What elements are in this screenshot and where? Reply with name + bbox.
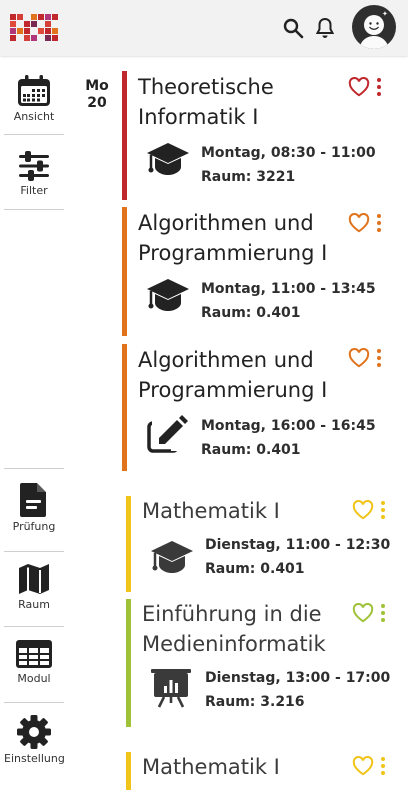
more-vert-icon[interactable]	[380, 603, 386, 623]
date-label: Mo 20	[80, 78, 114, 112]
sidebar-item-pruefung[interactable]: Prüfung	[4, 480, 64, 533]
document-icon	[20, 483, 46, 517]
sidebar-divider	[4, 134, 64, 135]
day-number-label: 20	[87, 95, 107, 111]
event-color-bar	[126, 599, 131, 727]
event-meta: Dienstag, 13:00 - 17:00 Raum: 3.216	[205, 666, 390, 714]
smiley-avatar-icon: ✦	[359, 10, 389, 49]
event-color-bar	[126, 752, 131, 790]
more-vert-icon[interactable]	[376, 77, 382, 97]
event-color-bar	[122, 207, 127, 336]
search-icon[interactable]	[281, 16, 305, 40]
sidebar-item-modul[interactable]: Modul	[4, 638, 64, 685]
sidebar-item-label: Einstellung	[4, 752, 65, 765]
more-vert-icon[interactable]	[380, 756, 386, 776]
presentation-icon	[151, 669, 191, 708]
sidebar-item-raum[interactable]: Raum	[4, 562, 64, 611]
sidebar-divider	[4, 626, 64, 627]
edit-icon	[147, 415, 188, 453]
heart-icon[interactable]	[352, 500, 374, 520]
event-card[interactable]: Algorithmen und Programmierung I Montag,…	[122, 344, 398, 471]
heart-icon[interactable]	[348, 77, 370, 97]
more-vert-icon[interactable]	[376, 213, 382, 233]
more-vert-icon[interactable]	[380, 500, 386, 520]
event-card[interactable]: Theoretische Informatik I Montag, 08:30 …	[122, 71, 398, 200]
event-time: Dienstag, 13:00 - 17:00	[205, 670, 391, 686]
event-meta: Dienstag, 11:00 - 12:30 Raum: 0.401	[205, 533, 390, 581]
event-title: Algorithmen und Programmierung I	[138, 211, 328, 265]
university-logo-icon[interactable]	[10, 14, 58, 42]
event-card[interactable]: Mathematik I	[126, 752, 402, 790]
event-time: Dienstag, 11:00 - 12:30	[205, 537, 391, 553]
sidebar-item-label: Prüfung	[12, 520, 56, 533]
heart-icon[interactable]	[348, 348, 370, 368]
sidebar-item-label: Modul	[17, 672, 51, 685]
event-color-bar	[126, 496, 131, 592]
event-meta: Montag, 08:30 - 11:00 Raum: 3221	[201, 141, 376, 189]
event-meta: Montag, 16:00 - 16:45 Raum: 0.401	[201, 414, 376, 462]
graduation-cap-icon	[151, 541, 193, 573]
event-card[interactable]: Algorithmen und Programmierung I Montag,…	[122, 207, 398, 336]
user-avatar[interactable]: ✦	[352, 5, 396, 49]
event-title: Algorithmen und Programmierung I	[138, 348, 328, 402]
table-icon	[16, 640, 52, 668]
sidebar-item-label: Raum	[18, 598, 50, 611]
heart-icon[interactable]	[352, 756, 374, 776]
heart-icon[interactable]	[352, 603, 374, 623]
bell-icon[interactable]	[313, 16, 337, 40]
event-color-bar	[122, 344, 127, 471]
sidebar-nav: Ansicht Filter Prüfung Raum Modul Einste…	[0, 56, 68, 790]
event-card[interactable]: Mathematik I Dienstag, 11:00 - 12:30 Rau…	[126, 496, 402, 592]
sidebar-item-ansicht[interactable]: Ansicht	[4, 74, 64, 123]
gear-icon	[17, 715, 51, 749]
event-card[interactable]: Einführung in die Medieninformatik Diens…	[126, 599, 402, 727]
svg-text:✦: ✦	[382, 10, 388, 18]
event-room: Raum: 0.401	[201, 305, 301, 321]
calendar-icon	[18, 75, 50, 106]
more-vert-icon[interactable]	[376, 348, 382, 368]
event-room: Raum: 0.401	[201, 442, 301, 458]
event-title: Einführung in die Medieninformatik	[142, 602, 326, 656]
sidebar-divider	[4, 702, 64, 703]
sidebar-divider	[4, 551, 64, 552]
sidebar-item-label: Filter	[20, 184, 48, 197]
event-time: Montag, 11:00 - 13:45	[201, 281, 376, 297]
map-icon	[19, 564, 49, 594]
sidebar-item-label: Ansicht	[13, 110, 55, 123]
sidebar-divider	[4, 209, 64, 210]
event-room: Raum: 3221	[201, 169, 296, 185]
event-title: Mathematik I	[142, 755, 280, 779]
heart-icon[interactable]	[348, 213, 370, 233]
event-time: Montag, 08:30 - 11:00	[201, 145, 376, 161]
event-title: Theoretische Informatik I	[138, 75, 274, 129]
top-app-bar: ✦	[0, 0, 408, 56]
weekday-label: Mo	[85, 78, 109, 94]
sidebar-divider	[4, 468, 64, 469]
event-title: Mathematik I	[142, 499, 280, 523]
graduation-cap-icon	[147, 143, 189, 175]
event-room: Raum: 0.401	[205, 561, 305, 577]
event-meta: Montag, 11:00 - 13:45 Raum: 0.401	[201, 277, 376, 325]
sliders-icon	[19, 151, 49, 181]
sidebar-item-einstellung[interactable]: Einstellung	[4, 714, 65, 765]
graduation-cap-icon	[147, 279, 189, 311]
sidebar-item-filter[interactable]: Filter	[4, 150, 64, 197]
event-color-bar	[122, 71, 127, 200]
event-time: Montag, 16:00 - 16:45	[201, 418, 376, 434]
event-room: Raum: 3.216	[205, 694, 305, 710]
